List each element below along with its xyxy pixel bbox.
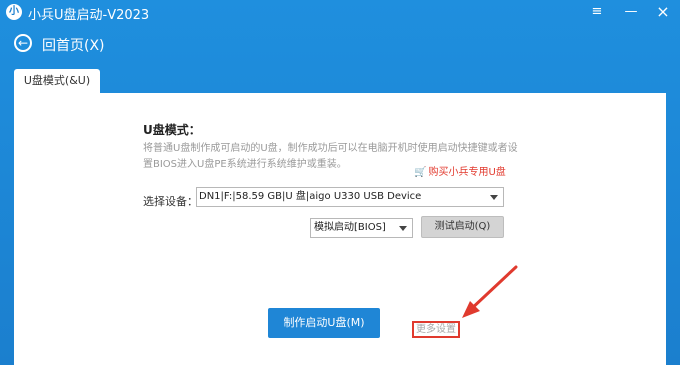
make-boot-usb-button[interactable]: 制作启动U盘(M) bbox=[268, 308, 380, 338]
cart-icon: 🛒 bbox=[414, 167, 427, 178]
chevron-down-icon bbox=[399, 226, 407, 231]
close-icon[interactable]: × bbox=[652, 2, 674, 22]
boot-mode-select[interactable]: 模拟启动[BIOS] bbox=[310, 218, 413, 238]
device-select[interactable]: DN1|F:|58.59 GB|U 盘|aigo U330 USB Device bbox=[196, 187, 504, 207]
title-bar: 小 小兵U盘启动-V2023 ≡ — × bbox=[0, 0, 680, 26]
menu-icon[interactable]: ≡ bbox=[586, 2, 608, 22]
device-select-value: DN1|F:|58.59 GB|U 盘|aigo U330 USB Device bbox=[199, 191, 422, 202]
chevron-down-icon bbox=[490, 195, 498, 200]
window-title: 小兵U盘启动-V2023 bbox=[28, 8, 150, 23]
section-title: U盘模式： bbox=[143, 123, 201, 137]
app-logo-icon: 小 bbox=[6, 4, 22, 20]
device-label: 选择设备： bbox=[143, 195, 198, 208]
buy-usb-label: 购买小兵专用U盘 bbox=[428, 167, 506, 178]
minimize-icon[interactable]: — bbox=[620, 2, 642, 22]
buy-usb-link[interactable]: 🛒 购买小兵专用U盘 bbox=[414, 163, 506, 178]
test-boot-button[interactable]: 测试启动(Q) bbox=[421, 216, 504, 238]
boot-mode-value: 模拟启动[BIOS] bbox=[314, 222, 386, 233]
back-arrow-icon[interactable]: ← bbox=[14, 34, 32, 52]
back-home-button[interactable]: 回首页(X) bbox=[42, 35, 105, 55]
nav-bar: ← 回首页(X) bbox=[0, 27, 680, 61]
app-window: 小 小兵U盘启动-V2023 ≡ — × ← 回首页(X) U盘模式(&U) U… bbox=[0, 0, 680, 365]
tab-usb-mode[interactable]: U盘模式(&U) bbox=[14, 69, 100, 93]
more-settings-button[interactable]: 更多设置 bbox=[412, 321, 460, 338]
